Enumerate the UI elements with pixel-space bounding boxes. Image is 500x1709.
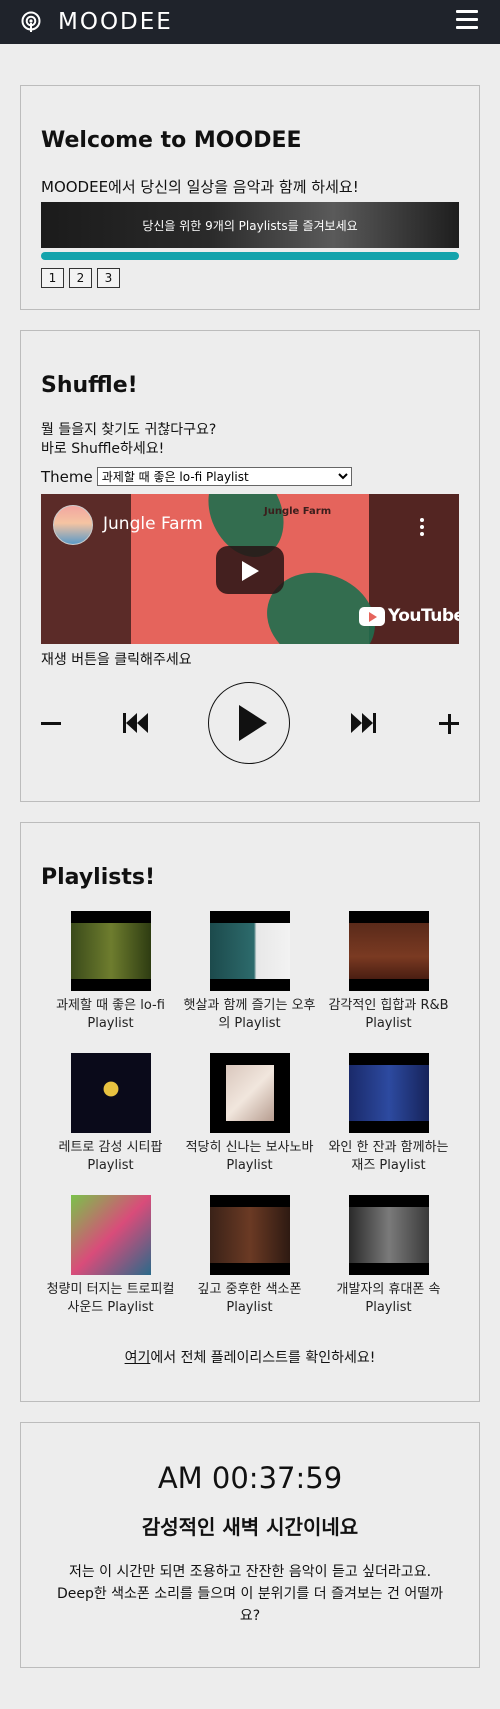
page-2-button[interactable]: 2 [69, 268, 92, 288]
shuffle-description: 뭘 들을지 찾기도 귀찮다구요? 바로 Shuffle하세요! [41, 421, 216, 459]
video-overlay-text: Jungle Farm [264, 506, 332, 517]
shuffle-card: Shuffle! 뭘 들을지 찾기도 귀찮다구요? 바로 Shuffle하세요!… [20, 330, 480, 802]
playlist-item[interactable]: 햇살과 함께 즐기는 오후의 Playlist [180, 911, 319, 1046]
playlists-footer: 여기에서 전체 플레이리스트를 확인하세요! [21, 1347, 479, 1367]
welcome-title: Welcome to MOODEE [41, 128, 302, 153]
playlist-item[interactable]: 깊고 중후한 색소폰 Playlist [180, 1195, 319, 1330]
minus-icon[interactable] [41, 722, 61, 725]
player-controls [41, 681, 459, 767]
hamburger-icon[interactable] [456, 10, 480, 32]
next-track-icon[interactable] [350, 711, 376, 735]
playlist-thumbnail[interactable] [209, 1053, 290, 1133]
playlist-label[interactable]: 깊고 중후한 색소폰 Playlist [184, 1281, 316, 1317]
video-title[interactable]: Jungle Farm [103, 514, 203, 534]
playlist-item[interactable]: 개발자의 휴대폰 속 Playlist [319, 1195, 458, 1330]
playlist-item[interactable]: 청량미 터지는 트로피컬 사운드 Playlist [41, 1195, 180, 1330]
playlist-thumbnail[interactable] [70, 911, 151, 991]
playlist-thumbnail[interactable] [70, 1195, 151, 1275]
playlist-thumbnail[interactable] [348, 911, 429, 991]
playlist-item[interactable]: 과제할 때 좋은 lo-fi Playlist [41, 911, 180, 1046]
playlist-label[interactable]: 적당히 신나는 보사노바 Playlist [184, 1139, 316, 1175]
theme-select[interactable]: 과제할 때 좋은 lo-fi Playlist [96, 467, 352, 486]
shuffle-desc-line-1: 뭘 들을지 찾기도 귀찮다구요? [41, 422, 217, 438]
page-3-button[interactable]: 3 [97, 268, 120, 288]
playlist-item[interactable]: 감각적인 힙합과 R&B Playlist [319, 911, 458, 1046]
plus-icon-vertical[interactable] [447, 714, 451, 734]
all-playlists-link[interactable]: 여기 [125, 1350, 151, 1366]
playlist-label[interactable]: 개발자의 휴대폰 속 Playlist [323, 1281, 455, 1317]
clock-time: AM 00:37:59 [157, 1461, 343, 1495]
welcome-lead: MOODEE에서 당신의 일상을 음악과 함께 하세요! [41, 178, 359, 196]
playlist-item[interactable]: 와인 한 잔과 함께하는 재즈 Playlist [319, 1053, 458, 1188]
playlist-label[interactable]: 청량미 터지는 트로피컬 사운드 Playlist [45, 1281, 177, 1317]
clock-heading: 감성적인 새벽 시간이네요 [141, 1515, 359, 1539]
page-1-button[interactable]: 1 [41, 268, 64, 288]
theme-row: Theme 과제할 때 좋은 lo-fi Playlist [41, 467, 352, 486]
playlist-thumbnail[interactable] [209, 911, 290, 991]
youtube-play-icon [359, 606, 385, 626]
playlist-grid: 과제할 때 좋은 lo-fi Playlist 햇살과 함께 즐기는 오후의 P… [41, 911, 459, 1330]
theme-label: Theme [41, 467, 93, 486]
playlist-thumbnail[interactable] [70, 1053, 151, 1133]
playlists-card: Playlists! 과제할 때 좋은 lo-fi Playlist 햇살과 함… [20, 822, 480, 1402]
logo-text[interactable]: MOODEE [58, 9, 173, 35]
playlist-label[interactable]: 햇살과 함께 즐기는 오후의 Playlist [184, 997, 316, 1033]
playlist-thumbnail[interactable] [348, 1195, 429, 1275]
clock-description: 저는 이 시간만 되면 조용하고 잔잔한 음악이 듣고 싶더라고요. Deep한… [56, 1564, 444, 1624]
carousel-banner[interactable]: 당신을 위한 9개의 Playlists를 즐겨보세요 [41, 202, 459, 248]
playlist-thumbnail[interactable] [209, 1195, 290, 1275]
playlist-thumbnail[interactable] [348, 1053, 429, 1133]
welcome-card: Welcome to MOODEE MOODEE에서 당신의 일상을 음악과 함… [20, 85, 480, 310]
play-instruction: 재생 버튼을 클릭해주세요 [41, 652, 192, 668]
shuffle-desc-line-2: 바로 Shuffle하세요! [41, 441, 165, 457]
youtube-brand-text: YouTube [388, 606, 459, 626]
video-play-icon[interactable] [216, 546, 284, 594]
youtube-player[interactable]: Jungle Farm Jungle Farm YouTube [41, 494, 459, 644]
clock-card: AM 00:37:59 감성적인 새벽 시간이네요 저는 이 시간만 되면 조용… [20, 1422, 480, 1668]
banner-text: 당신을 위한 9개의 Playlists를 즐겨보세요 [142, 218, 358, 233]
shuffle-title: Shuffle! [41, 373, 138, 398]
broadcast-icon[interactable] [20, 11, 42, 33]
top-navbar: MOODEE [0, 0, 500, 44]
playlist-item[interactable]: 레트로 감성 시티팝 Playlist [41, 1053, 180, 1188]
carousel-progress-bar [41, 252, 459, 260]
playlist-label[interactable]: 과제할 때 좋은 lo-fi Playlist [45, 997, 177, 1033]
youtube-logo[interactable]: YouTube [359, 606, 459, 626]
playlists-footer-text: 에서 전체 플레이리스트를 확인하세요! [150, 1350, 376, 1366]
more-options-icon[interactable] [420, 518, 424, 539]
playlist-label[interactable]: 레트로 감성 시티팝 Playlist [45, 1139, 177, 1175]
carousel-pager: 1 2 3 [41, 268, 120, 288]
playlists-title: Playlists! [41, 865, 155, 890]
playlist-item[interactable]: 적당히 신나는 보사노바 Playlist [180, 1053, 319, 1188]
play-icon[interactable] [208, 682, 290, 764]
playlist-label[interactable]: 와인 한 잔과 함께하는 재즈 Playlist [323, 1139, 455, 1175]
channel-avatar[interactable] [53, 505, 93, 545]
playlist-label[interactable]: 감각적인 힙합과 R&B Playlist [323, 997, 455, 1033]
previous-track-icon[interactable] [123, 711, 149, 735]
